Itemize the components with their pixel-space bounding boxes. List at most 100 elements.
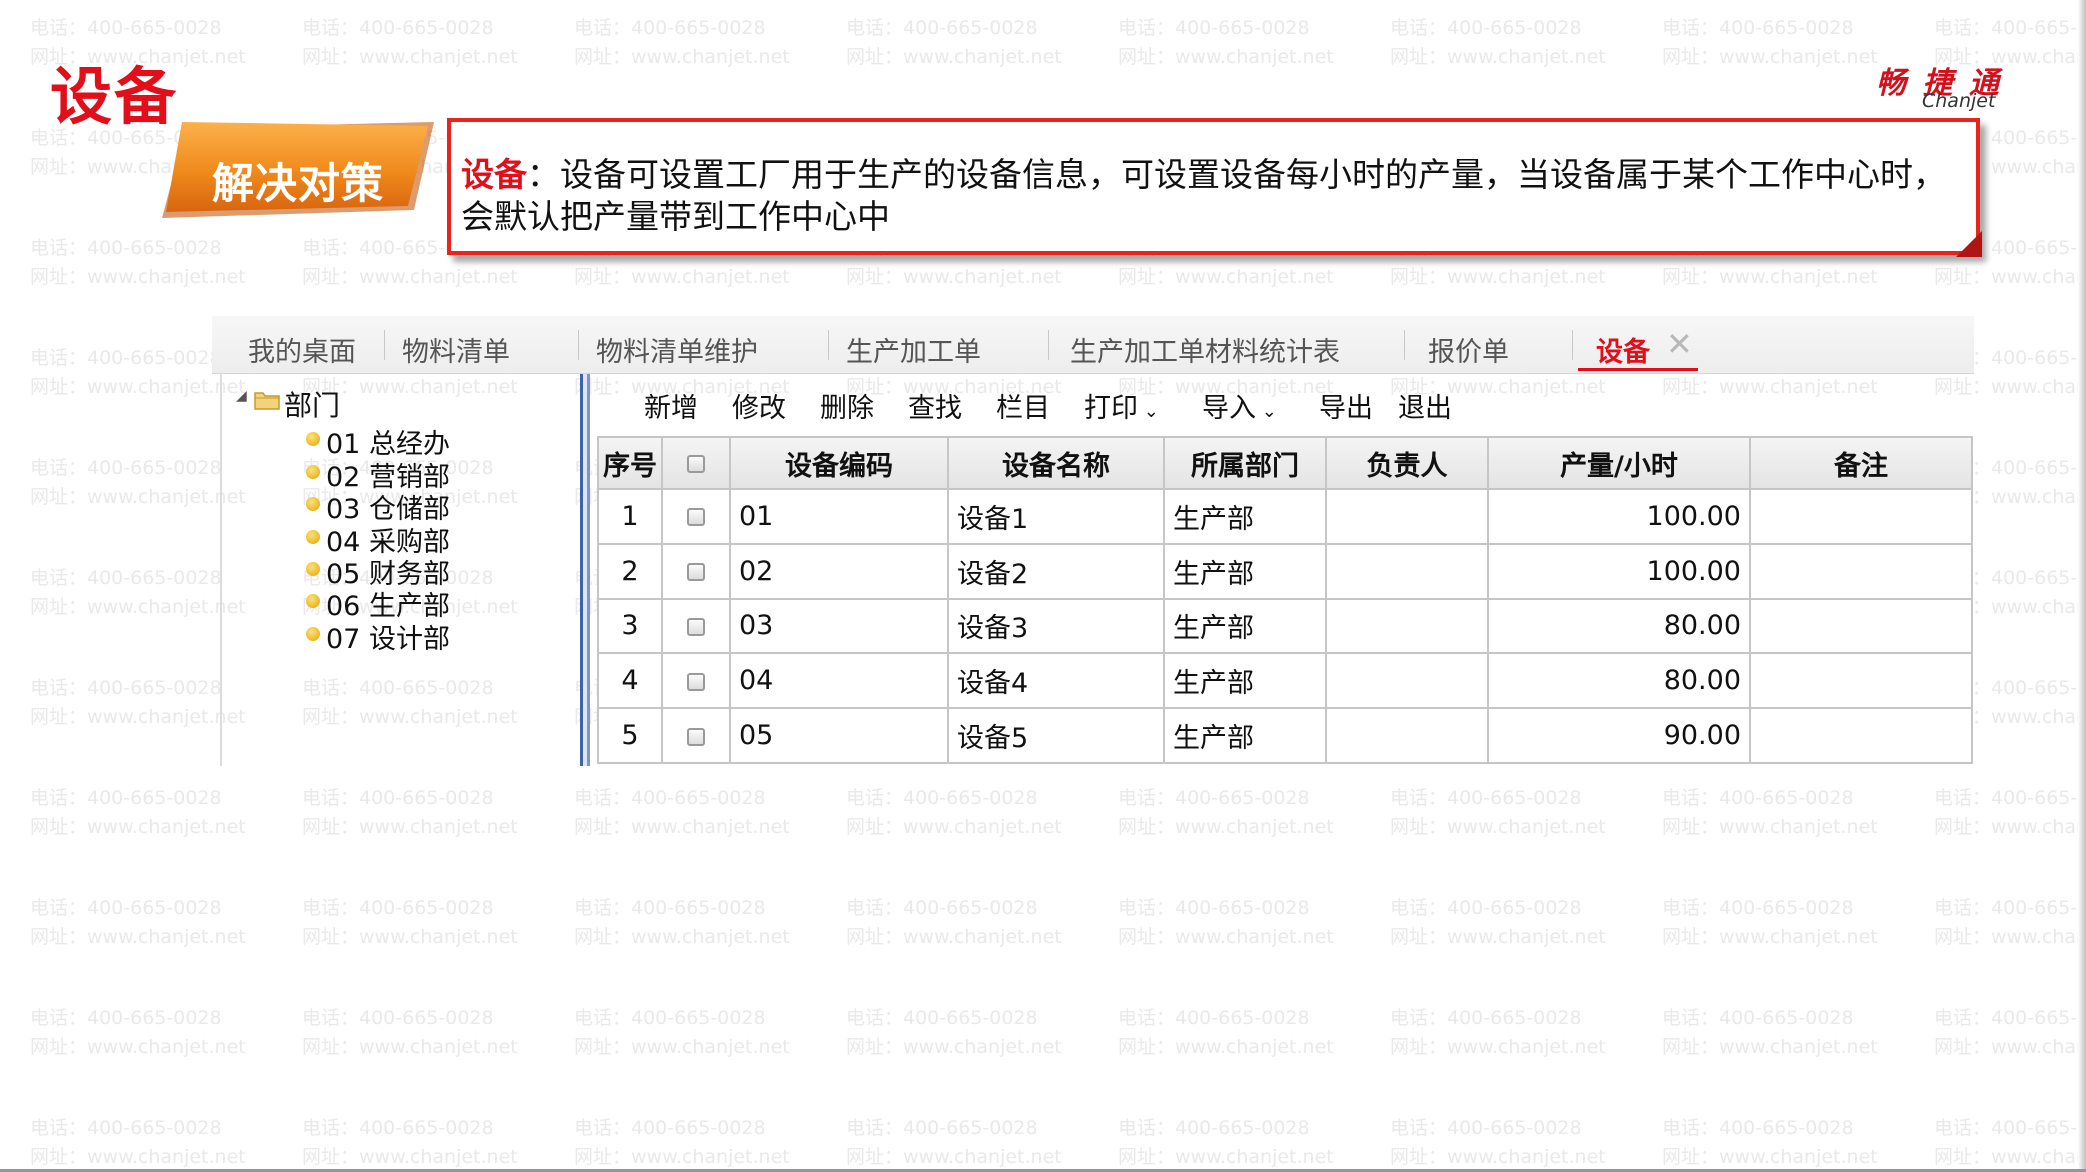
description-keyword: 设备 [461, 155, 527, 194]
cell-select[interactable] [661, 488, 731, 545]
cell-name: 设备4 [947, 652, 1165, 710]
watermark-text: 电话：400-665-0028网址：www.chanjet.net [1118, 897, 1334, 948]
cell-seq: 3 [597, 597, 663, 655]
print-button[interactable]: 打印 ⌄ [1084, 386, 1159, 425]
toolbar: 新增 修改 删除 查找 栏目 打印 ⌄ 导入 ⌄ 导出 退出 [590, 374, 1974, 424]
columns-button[interactable]: 栏目 [996, 386, 1050, 425]
cell-owner [1325, 707, 1489, 764]
tab-separator [828, 330, 829, 360]
table-row[interactable]: 5 05 设备5 生产部 90.00 [597, 707, 1973, 764]
cell-seq: 1 [597, 488, 663, 545]
cell-select[interactable] [661, 597, 731, 655]
header-code[interactable]: 设备编码 [729, 436, 949, 490]
cell-select[interactable] [661, 707, 731, 764]
tab-separator [578, 330, 579, 360]
checkbox-icon[interactable] [687, 617, 705, 636]
collapse-triangle-icon[interactable]: ◢ [236, 388, 247, 404]
dot-icon [306, 530, 320, 544]
close-icon[interactable]: ✕ [1666, 328, 1693, 360]
watermark-text: 电话：400-665-0028网址：www.chanjet.net [846, 787, 1062, 838]
cell-code: 01 [729, 488, 949, 545]
header-name[interactable]: 设备名称 [947, 436, 1165, 490]
tab-equipment[interactable]: 设备 [1596, 330, 1650, 370]
cell-dept: 生产部 [1163, 652, 1327, 710]
edit-button[interactable]: 修改 [732, 386, 786, 425]
cell-dept: 生产部 [1163, 542, 1327, 600]
cell-owner [1325, 652, 1489, 710]
watermark-text: 电话：400-665-0028网址：www.chanjet.net [1118, 1117, 1334, 1168]
equipment-grid: 序号 设备编码 设备名称 所属部门 负责人 产量/小时 备注 1 01 设备1 … [597, 436, 1973, 764]
watermark-text: 电话：400-665-0028网址：www.chanjet.net [1118, 1007, 1334, 1058]
watermark-text: 电话：400-665-0028网址：www.chanjet.net [1934, 1117, 2086, 1168]
header-owner[interactable]: 负责人 [1325, 436, 1489, 490]
dot-icon [306, 497, 320, 511]
tab-separator [1404, 330, 1405, 360]
cell-owner [1325, 597, 1489, 655]
tab-production-order[interactable]: 生产加工单 [846, 330, 981, 370]
cell-remark [1749, 488, 1973, 545]
tab-desktop[interactable]: 我的桌面 [248, 330, 356, 370]
checkbox-icon[interactable] [687, 727, 705, 746]
cell-seq: 2 [597, 542, 663, 600]
folder-icon [254, 392, 280, 410]
tab-separator [1048, 330, 1049, 360]
tab-quotation[interactable]: 报价单 [1428, 330, 1509, 370]
import-button[interactable]: 导入 ⌄ [1202, 386, 1277, 425]
table-row[interactable]: 4 04 设备4 生产部 80.00 [597, 652, 1973, 710]
department-tree: ◢ 部门 01 总经办 02 营销部 03 仓储部 04 采购部 05 财务部 … [220, 374, 590, 766]
watermark-text: 电话：400-665-0028网址：www.chanjet.net [1662, 787, 1878, 838]
watermark-text: 电话：400-665-0028网址：www.chanjet.net [30, 1117, 246, 1168]
pane-splitter[interactable] [580, 374, 590, 766]
watermark-text: 电话：400-665-0028网址：www.chanjet.net [302, 1007, 518, 1058]
export-button[interactable]: 导出 [1319, 386, 1373, 425]
cell-output: 90.00 [1487, 707, 1751, 764]
table-row[interactable]: 3 03 设备3 生产部 80.00 [597, 597, 1973, 655]
cell-select[interactable] [661, 542, 731, 600]
cell-code: 02 [729, 542, 949, 600]
tab-material-stats[interactable]: 生产加工单材料统计表 [1070, 330, 1340, 370]
brand-name-en: Chanjet [1922, 90, 1996, 112]
header-seq[interactable]: 序号 [597, 436, 663, 490]
dot-icon [306, 627, 320, 641]
add-button[interactable]: 新增 [644, 386, 698, 425]
checkbox-icon[interactable] [687, 563, 705, 582]
find-button[interactable]: 查找 [908, 386, 962, 425]
tab-separator [1572, 330, 1573, 360]
tab-bar: 我的桌面 物料清单 物料清单维护 生产加工单 生产加工单材料统计表 报价单 设备… [212, 316, 1974, 374]
table-row[interactable]: 2 02 设备2 生产部 100.00 [597, 542, 1973, 600]
dot-icon [306, 432, 320, 446]
watermark-text: 电话：400-665-0028网址：www.chanjet.net [1118, 787, 1334, 838]
watermark-text: 电话：400-665-0028网址：www.chanjet.net [302, 1117, 518, 1168]
cell-seq: 4 [597, 652, 663, 710]
badge-label: 解决对策 [212, 159, 385, 208]
tab-bom[interactable]: 物料清单 [402, 330, 510, 370]
table-row[interactable]: 1 01 设备1 生产部 100.00 [597, 488, 1973, 545]
watermark-text: 电话：400-665-0028网址：www.chanjet.net [1390, 17, 1606, 68]
import-label: 导入 [1202, 393, 1256, 424]
slide-edge-shadow [2078, 0, 2086, 1172]
checkbox-icon[interactable] [687, 455, 705, 473]
delete-button[interactable]: 删除 [820, 386, 874, 425]
cell-name: 设备2 [947, 542, 1165, 600]
checkbox-icon[interactable] [687, 672, 705, 691]
solution-badge: 解决对策 [162, 122, 434, 218]
cell-select[interactable] [661, 652, 731, 710]
cell-remark [1749, 542, 1973, 600]
header-dept[interactable]: 所属部门 [1163, 436, 1327, 490]
cell-output: 100.00 [1487, 542, 1751, 600]
watermark-text: 电话：400-665-0028网址：www.chanjet.net [574, 1117, 790, 1168]
watermark-text: 电话：400-665-0028网址：www.chanjet.net [1118, 17, 1334, 68]
watermark-text: 电话：400-665-0028网址：www.chanjet.net [302, 787, 518, 838]
header-output-per-hour[interactable]: 产量/小时 [1487, 436, 1751, 490]
tab-bom-maintenance[interactable]: 物料清单维护 [596, 330, 758, 370]
watermark-text: 电话：400-665-0028网址：www.chanjet.net [574, 1007, 790, 1058]
exit-button[interactable]: 退出 [1398, 386, 1452, 425]
checkbox-icon[interactable] [687, 508, 705, 527]
header-select-all[interactable] [661, 436, 731, 490]
header-remark[interactable]: 备注 [1749, 436, 1973, 490]
watermark-text: 电话：400-665-0028网址：www.chanjet.net [302, 897, 518, 948]
watermark-text: 电话：400-665-0028网址：www.chanjet.net [1934, 1007, 2086, 1058]
dot-icon [306, 594, 320, 608]
watermark-text: 电话：400-665-0028网址：www.chanjet.net [574, 787, 790, 838]
cell-code: 03 [729, 597, 949, 655]
